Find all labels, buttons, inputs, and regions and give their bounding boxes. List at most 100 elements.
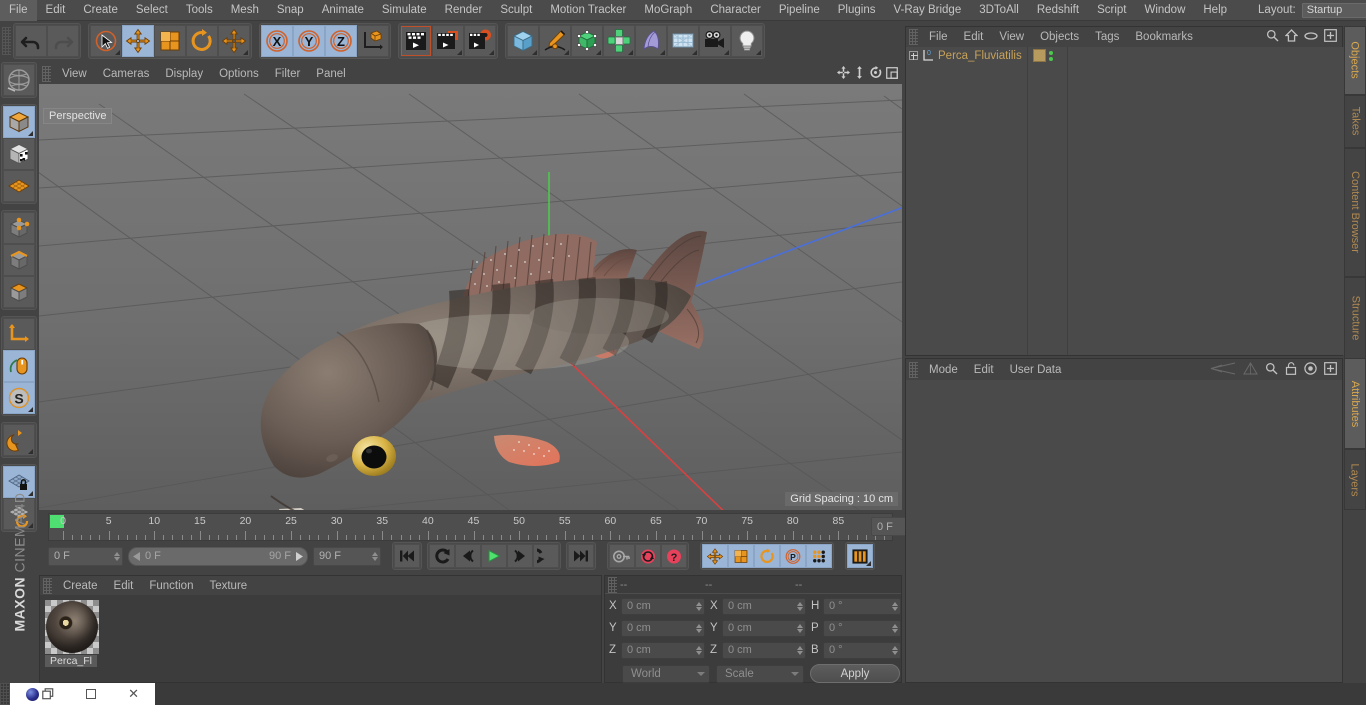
axis-x-button[interactable]: X bbox=[261, 25, 293, 57]
polygons-mode-button[interactable] bbox=[3, 276, 35, 308]
vertical-tab-attributes[interactable]: Attributes bbox=[1344, 358, 1366, 449]
coord-size-y-field[interactable]: 0 cm bbox=[722, 619, 806, 637]
viewport-menu-options[interactable]: Options bbox=[211, 68, 267, 80]
menu-item-3dtoall[interactable]: 3DToAll bbox=[970, 0, 1028, 21]
soft-selection-button[interactable]: S bbox=[3, 382, 35, 414]
end-frame-field[interactable]: 90 F bbox=[313, 546, 381, 566]
size-mode-dropdown[interactable]: Scale bbox=[716, 664, 804, 683]
menu-item-sculpt[interactable]: Sculpt bbox=[491, 0, 541, 21]
object-menu-tags[interactable]: Tags bbox=[1087, 31, 1127, 43]
world-coordinate-button[interactable] bbox=[357, 25, 389, 57]
menu-item-mesh[interactable]: Mesh bbox=[222, 0, 268, 21]
live-selection-button[interactable] bbox=[90, 25, 122, 57]
menu-item-file[interactable]: File bbox=[0, 0, 37, 21]
attribute-menu-mode[interactable]: Mode bbox=[921, 364, 966, 376]
add-icon[interactable] bbox=[1324, 29, 1337, 45]
menu-item-tools[interactable]: Tools bbox=[177, 0, 222, 21]
points-mode-button[interactable] bbox=[3, 212, 35, 244]
menu-item-pipeline[interactable]: Pipeline bbox=[770, 0, 829, 21]
visibility-dots-icon[interactable] bbox=[1049, 50, 1053, 61]
object-manager-grip[interactable] bbox=[909, 29, 918, 45]
nav-up-icon[interactable] bbox=[1243, 361, 1258, 378]
menu-item-redshift[interactable]: Redshift bbox=[1028, 0, 1088, 21]
go-to-end-button[interactable] bbox=[568, 544, 594, 568]
home-icon[interactable] bbox=[1284, 29, 1299, 45]
rotate-view-icon[interactable] bbox=[869, 66, 882, 82]
pan-icon[interactable] bbox=[837, 66, 850, 82]
polygon-grid-button[interactable] bbox=[3, 170, 35, 202]
menu-item-mograph[interactable]: MoGraph bbox=[635, 0, 701, 21]
material-menu-edit[interactable]: Edit bbox=[106, 580, 142, 592]
coord-rot-b-field[interactable]: 0 ° bbox=[823, 641, 901, 659]
go-to-start-button[interactable] bbox=[394, 544, 420, 568]
search-icon[interactable] bbox=[1265, 362, 1278, 378]
object-menu-objects[interactable]: Objects bbox=[1032, 31, 1087, 43]
target-icon[interactable] bbox=[1304, 361, 1317, 378]
parameter-key-toggle[interactable]: P bbox=[780, 544, 806, 568]
material-tag-icon[interactable] bbox=[1033, 49, 1046, 62]
material-thumbnail[interactable] bbox=[45, 600, 99, 654]
menu-item-create[interactable]: Create bbox=[74, 0, 127, 21]
scale-tool-button[interactable] bbox=[154, 25, 186, 57]
spline-pen-button[interactable] bbox=[539, 25, 571, 57]
material-item[interactable]: Perca_Fl bbox=[45, 600, 99, 667]
rotation-key-toggle[interactable] bbox=[754, 544, 780, 568]
menu-item-window[interactable]: Window bbox=[1135, 0, 1194, 21]
vertical-tab-structure[interactable]: Structure bbox=[1344, 276, 1366, 360]
timeline-button[interactable] bbox=[847, 544, 873, 568]
object-menu-bookmarks[interactable]: Bookmarks bbox=[1127, 31, 1201, 43]
render-to-picture-viewer-button[interactable] bbox=[432, 25, 464, 57]
restore-window-button[interactable] bbox=[42, 688, 54, 700]
magnet-button[interactable] bbox=[3, 424, 35, 456]
maximize-view-icon[interactable] bbox=[886, 66, 898, 82]
object-tags-column[interactable] bbox=[1028, 47, 1068, 355]
axis-modify-button[interactable] bbox=[3, 318, 35, 350]
object-tree-column[interactable]: 0 Perca_Fluviatilis bbox=[906, 47, 1028, 355]
menu-item-v-ray-bridge[interactable]: V-Ray Bridge bbox=[884, 0, 970, 21]
maximize-window-button[interactable] bbox=[86, 689, 97, 699]
menu-item-plugins[interactable]: Plugins bbox=[829, 0, 885, 21]
point-level-animation-toggle[interactable] bbox=[806, 544, 832, 568]
viewport-menu-panel[interactable]: Panel bbox=[308, 68, 353, 80]
object-row-perca[interactable]: 0 Perca_Fluviatilis bbox=[906, 47, 1027, 64]
lock-icon[interactable] bbox=[1285, 361, 1297, 378]
attribute-menu-user-data[interactable]: User Data bbox=[1002, 364, 1070, 376]
ellipse-icon[interactable] bbox=[1304, 31, 1318, 44]
coord-rot-h-field[interactable]: 0 ° bbox=[823, 597, 901, 615]
menu-item-character[interactable]: Character bbox=[701, 0, 770, 21]
coord-rot-p-field[interactable]: 0 ° bbox=[823, 619, 901, 637]
primitive-cube-button[interactable] bbox=[507, 25, 539, 57]
menu-item-render[interactable]: Render bbox=[436, 0, 492, 21]
menu-item-help[interactable]: Help bbox=[1194, 0, 1236, 21]
coord-pos-y-field[interactable]: 0 cm bbox=[621, 619, 705, 637]
mograph-button[interactable] bbox=[603, 25, 635, 57]
attribute-manager-grip[interactable] bbox=[909, 361, 918, 378]
step-forward-button[interactable] bbox=[507, 544, 533, 568]
material-grip[interactable] bbox=[43, 577, 52, 594]
zoom-icon[interactable] bbox=[854, 66, 865, 82]
material-menu-function[interactable]: Function bbox=[141, 580, 201, 592]
vertical-tab-takes[interactable]: Takes bbox=[1344, 94, 1366, 148]
move-tool-button[interactable] bbox=[122, 25, 154, 57]
autokeying-button[interactable] bbox=[635, 544, 661, 568]
menu-item-script[interactable]: Script bbox=[1088, 0, 1135, 21]
light-button[interactable] bbox=[731, 25, 763, 57]
scene-button[interactable] bbox=[667, 25, 699, 57]
object-menu-edit[interactable]: Edit bbox=[956, 31, 992, 43]
layout-dropdown[interactable]: Startup bbox=[1301, 2, 1366, 18]
camera-button[interactable] bbox=[699, 25, 731, 57]
record-active-objects-button[interactable] bbox=[609, 544, 635, 568]
viewport-3d-canvas[interactable]: Y X Z Perspective Grid Spacing : 10 cm bbox=[39, 84, 902, 510]
play-backwards-loop-button[interactable] bbox=[429, 544, 455, 568]
search-icon[interactable] bbox=[1266, 29, 1279, 45]
texture-mode-button[interactable] bbox=[3, 138, 35, 170]
redo-button[interactable] bbox=[47, 25, 79, 57]
spinner-icon[interactable] bbox=[114, 551, 120, 561]
add-icon[interactable] bbox=[1324, 361, 1337, 378]
coord-pos-x-field[interactable]: 0 cm bbox=[621, 597, 705, 615]
close-window-button[interactable]: ✕ bbox=[128, 686, 139, 702]
object-menu-view[interactable]: View bbox=[991, 31, 1032, 43]
expand-icon[interactable] bbox=[909, 51, 918, 60]
timeline-ruler[interactable]: 051015202530354045505560657075808590 bbox=[48, 513, 893, 541]
menu-item-motion-tracker[interactable]: Motion Tracker bbox=[541, 0, 635, 21]
